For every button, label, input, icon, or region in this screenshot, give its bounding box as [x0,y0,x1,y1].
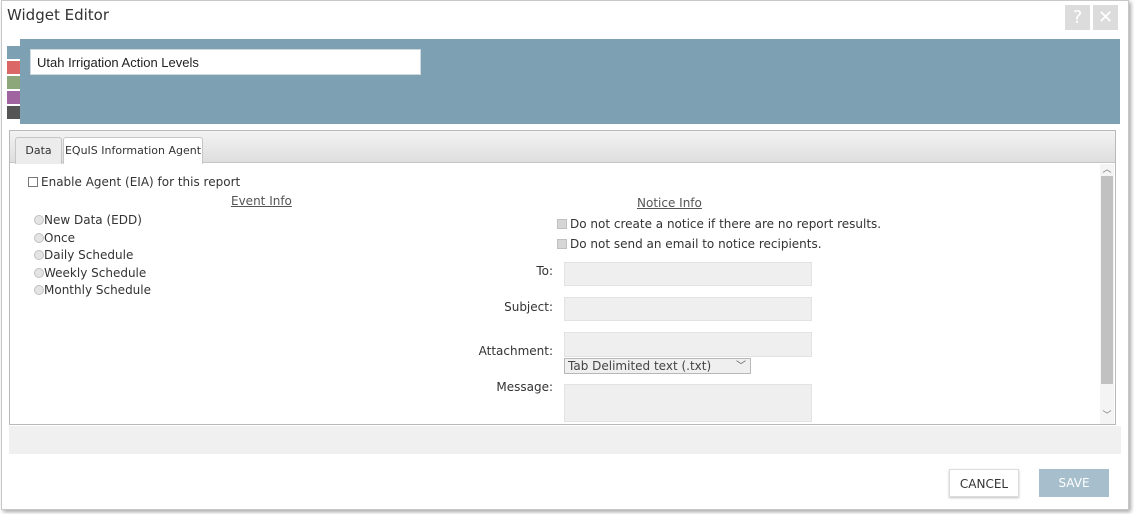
close-icon[interactable]: ✕ [1093,5,1118,30]
color-swatch-green[interactable] [7,76,20,89]
attachment-label: Attachment: [478,344,553,358]
message-label: Message: [496,380,553,394]
subject-label: Subject: [504,300,553,314]
scroll-up-icon[interactable]: ︿ [1100,164,1114,176]
tab-equis-information-agent[interactable]: EQuIS Information Agent [63,137,203,164]
widget-name-input[interactable] [30,49,421,75]
event-option-once[interactable]: Once [34,231,75,245]
scroll-down-icon[interactable]: ﹀ [1100,410,1114,422]
color-swatch-purple[interactable] [7,91,20,104]
radio-icon[interactable] [34,285,44,295]
cancel-button[interactable]: CANCEL [949,469,1019,497]
radio-icon[interactable] [34,250,44,260]
enable-agent-label: Enable Agent (EIA) for this report [41,175,241,189]
no-email-checkbox[interactable] [557,239,567,249]
color-swatch-gray[interactable] [7,106,20,119]
vertical-scrollbar[interactable]: ︿ ﹀ [1100,164,1114,424]
no-email-row[interactable]: Do not send an email to notice recipient… [557,237,822,251]
editor-panel: Data EQuIS Information Agent Enable Agen… [9,130,1116,425]
to-field[interactable] [564,262,812,286]
message-field[interactable] [564,384,812,422]
chevron-down-icon: ﹀ [736,361,746,372]
notice-info-heading: Notice Info [637,196,702,210]
to-label: To: [536,264,553,278]
widget-editor-dialog: Widget Editor ? ✕ Data EQuIS Information… [1,0,1129,510]
radio-icon[interactable] [34,215,44,225]
attachment-format-select[interactable]: Tab Delimited text (.txt) ﹀ [564,358,751,374]
panel-footer-strip [9,426,1121,454]
tab-bar: Data EQuIS Information Agent [10,131,1115,164]
radio-icon[interactable] [34,268,44,278]
scrollbar-thumb[interactable] [1101,176,1113,384]
radio-icon[interactable] [34,233,44,243]
dialog-title: Widget Editor [7,6,109,24]
enable-agent-checkbox[interactable] [28,177,38,187]
no-notice-checkbox[interactable] [557,219,567,229]
enable-agent-row[interactable]: Enable Agent (EIA) for this report [28,175,240,189]
event-option-daily[interactable]: Daily Schedule [34,248,133,262]
event-option-monthly[interactable]: Monthly Schedule [34,283,151,297]
event-option-weekly[interactable]: Weekly Schedule [34,266,146,280]
tab-data[interactable]: Data [15,137,62,164]
attachment-field[interactable] [564,332,812,357]
no-notice-row[interactable]: Do not create a notice if there are no r… [557,217,881,231]
color-swatch-red[interactable] [7,61,20,74]
help-icon[interactable]: ? [1065,5,1090,30]
color-swatch-blue[interactable] [7,46,20,59]
event-option-new-data[interactable]: New Data (EDD) [34,213,142,227]
color-swatches [7,46,20,121]
subject-field[interactable] [564,297,812,321]
event-info-heading: Event Info [231,194,292,208]
save-button[interactable]: SAVE [1039,469,1109,497]
